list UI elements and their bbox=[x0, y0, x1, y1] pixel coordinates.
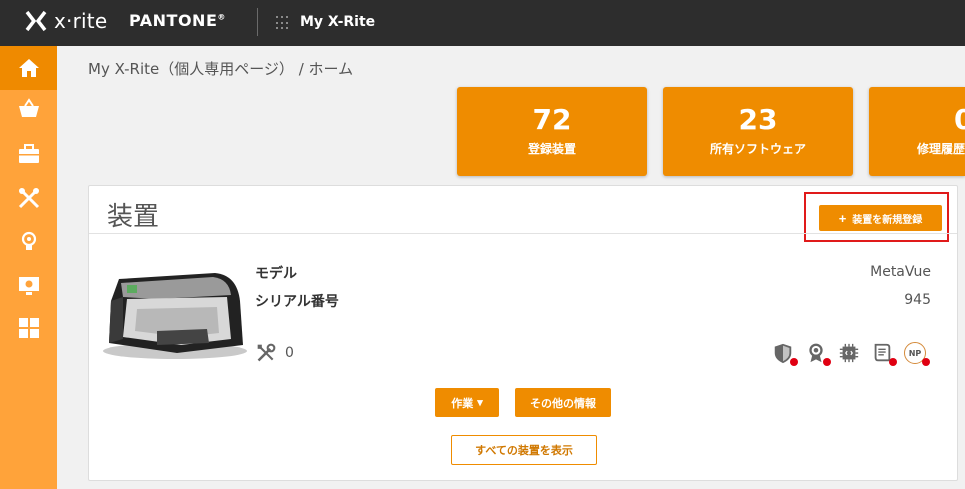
alert-dot bbox=[922, 358, 930, 366]
more-info-label: その他の情報 bbox=[530, 397, 596, 410]
more-info-button[interactable]: その他の情報 bbox=[515, 388, 611, 417]
stat-card-software[interactable]: 23 所有ソフトウェア bbox=[663, 87, 853, 176]
sidebar-item-dashboard[interactable] bbox=[0, 306, 57, 350]
panel-title: 装置 bbox=[107, 202, 160, 232]
stat-card-repairs[interactable]: 0 修理履歴 bbox=[869, 87, 965, 176]
xrite-logo-icon bbox=[25, 10, 47, 32]
stat-software-label: 所有ソフトウェア bbox=[709, 142, 806, 156]
top-bar: x·rite PANTONE® My X-Rite bbox=[0, 0, 965, 46]
warranty-status[interactable] bbox=[772, 342, 798, 366]
work-button-label: 作業 bbox=[451, 397, 474, 410]
breadcrumb[interactable]: My X-Rite（個人専用ページ） / ホーム bbox=[88, 58, 353, 79]
pantone-wordmark-text: PANTONE bbox=[129, 11, 218, 30]
add-device-button[interactable]: + 装置を新規登録 bbox=[819, 205, 942, 231]
sidebar-item-monitor[interactable] bbox=[0, 264, 57, 308]
certification-status[interactable] bbox=[805, 342, 831, 366]
serial-label: シリアル番号 bbox=[255, 294, 339, 310]
monitor-icon bbox=[18, 277, 39, 295]
sidebar-item-shop[interactable] bbox=[0, 87, 57, 131]
sidebar-item-training[interactable] bbox=[0, 220, 57, 264]
app-title[interactable]: My X-Rite bbox=[300, 14, 375, 30]
xrite-wordmark[interactable]: x·rite bbox=[54, 9, 107, 33]
chip-icon bbox=[839, 343, 859, 363]
firmware-status[interactable] bbox=[838, 342, 860, 364]
model-value: MetaVue bbox=[870, 264, 931, 280]
stat-repairs-count: 0 bbox=[954, 103, 965, 136]
status-icons: NP bbox=[772, 342, 930, 366]
service-count: 0 bbox=[285, 345, 294, 361]
stat-devices-label: 登録装置 bbox=[527, 142, 576, 156]
highlight-box: + 装置を新規登録 bbox=[804, 192, 949, 242]
stat-devices-count: 72 bbox=[532, 103, 572, 136]
sidebar-item-home[interactable] bbox=[0, 46, 57, 90]
sidebar-item-software[interactable] bbox=[0, 132, 57, 176]
tools-icon bbox=[18, 187, 39, 209]
device-image bbox=[103, 273, 247, 359]
serial-value: 945 bbox=[904, 292, 931, 308]
stat-card-devices[interactable]: 72 登録装置 bbox=[457, 87, 647, 176]
add-device-label: 装置を新規登録 bbox=[852, 214, 923, 226]
devices-panel: 装置 + 装置を新規登録 モデル シリアル番号 MetaVue 945 0 NP… bbox=[88, 185, 958, 481]
stat-software-count: 23 bbox=[738, 103, 778, 136]
alert-dot bbox=[790, 358, 798, 366]
basket-icon bbox=[18, 98, 39, 117]
top-divider bbox=[257, 8, 258, 36]
caret-down-icon: ▾ bbox=[477, 397, 483, 409]
dashboard-grid-icon bbox=[18, 318, 39, 338]
app-grid-icon[interactable] bbox=[276, 16, 290, 30]
alert-dot bbox=[823, 358, 831, 366]
home-icon bbox=[18, 59, 39, 77]
stat-repairs-label: 修理履歴 bbox=[917, 142, 965, 156]
lightbulb-icon bbox=[21, 231, 36, 250]
pantone-registered-mark: ® bbox=[217, 12, 226, 22]
briefcase-icon bbox=[18, 144, 39, 163]
alert-dot bbox=[889, 358, 897, 366]
sidebar bbox=[0, 46, 57, 489]
plus-icon: + bbox=[838, 210, 847, 226]
service-tools-icon bbox=[257, 343, 276, 362]
model-label: モデル bbox=[255, 266, 297, 282]
np-status[interactable]: NP bbox=[904, 342, 930, 366]
show-all-devices-button[interactable]: すべての装置を表示 bbox=[451, 435, 597, 465]
document-status[interactable] bbox=[871, 342, 897, 366]
pantone-wordmark[interactable]: PANTONE® bbox=[129, 11, 226, 30]
work-dropdown-button[interactable]: 作業 ▾ bbox=[435, 388, 499, 417]
sidebar-item-service[interactable] bbox=[0, 176, 57, 220]
panel-divider bbox=[89, 233, 957, 234]
